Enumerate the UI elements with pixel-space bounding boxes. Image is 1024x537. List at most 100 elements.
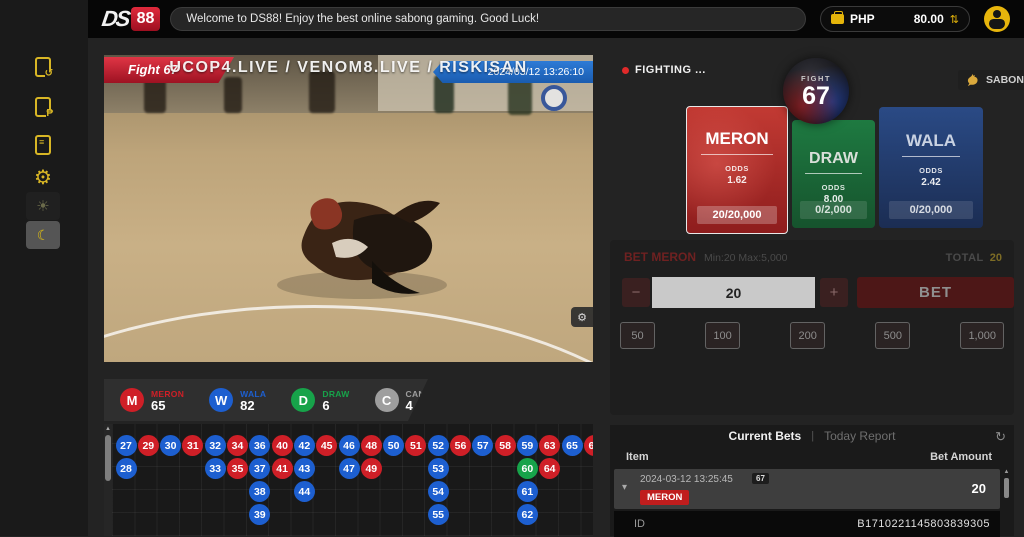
balance-refresh-icon[interactable]: ⇅ <box>950 13 959 26</box>
user-avatar[interactable] <box>984 6 1010 32</box>
bets-column-headers: Item Bet Amount <box>626 451 992 463</box>
bet-detail-row: ID B1710221145803839305 <box>614 511 1000 537</box>
moon-icon: ☾ <box>37 227 50 244</box>
quick-amount-200[interactable]: 200 <box>790 322 825 349</box>
ds88-logo[interactable]: DS 88 <box>102 6 160 32</box>
rooster-icon <box>966 74 981 87</box>
history-ball-43: 43 <box>294 458 315 479</box>
history-ball-32: 32 <box>205 435 226 456</box>
cancel-icon: C <box>375 388 399 412</box>
meron-icon: M <box>120 388 144 412</box>
wala-title: WALA <box>902 131 960 157</box>
bets-refresh-icon[interactable]: ↻ <box>995 429 1006 445</box>
video-settings-button[interactable]: ⚙ <box>571 307 593 327</box>
report-icon[interactable]: ≡ <box>24 128 62 162</box>
wala-icon: W <box>209 388 233 412</box>
stream-watermark: UCOP4.LIVE / VENOM8.LIVE / RISKISAN <box>104 59 593 77</box>
settings-icon[interactable]: ⚙ <box>24 160 62 194</box>
bet-total: TOTAL 20 <box>946 252 1002 264</box>
meron-card[interactable]: MERON ODDS 1.62 20/20,000 <box>686 106 788 234</box>
scrollbar-thumb[interactable] <box>105 435 111 481</box>
history-ball-53: 53 <box>428 458 449 479</box>
wallet-balance[interactable]: PHP 80.00 ⇅ <box>820 6 970 32</box>
sidebar: ↺ ₱ ≡ ⚙ ☀ ☾ <box>0 0 88 536</box>
history-ball-30: 30 <box>160 435 181 456</box>
bet-row[interactable]: ▾ 2024-03-12 13:25:45 67 MERON 20 <box>614 469 1000 509</box>
tab-separator: | <box>811 430 814 442</box>
stat-value: 65 <box>151 400 184 411</box>
currency-code: PHP <box>850 12 875 26</box>
stat-value: 82 <box>240 400 266 411</box>
rebate-icon[interactable]: ↺ <box>24 50 62 84</box>
total-value: 20 <box>990 252 1002 264</box>
scroll-up-icon[interactable]: ▲ <box>104 425 112 433</box>
theme-dark-toggle[interactable]: ☾ <box>26 221 60 249</box>
total-label: TOTAL <box>946 252 984 264</box>
crowd-figure <box>309 71 335 113</box>
meron-title: MERON <box>701 129 772 155</box>
quick-amount-50[interactable]: 50 <box>620 322 655 349</box>
history-scrollbar[interactable]: ▲ <box>104 424 112 536</box>
theme-light-toggle[interactable]: ☀ <box>26 192 60 220</box>
draw-odds-label: ODDS <box>792 183 875 192</box>
stake-increase-button[interactable]: + <box>820 278 848 307</box>
tab-today-report[interactable]: Today Report <box>824 429 895 443</box>
transactions-icon[interactable]: ₱ <box>24 90 62 124</box>
video-scene <box>104 55 593 362</box>
provider-name: SABONG <box>986 74 1024 86</box>
draw-title: DRAW <box>805 150 862 174</box>
stat-meron: MMERON65 <box>120 388 184 412</box>
sun-icon: ☀ <box>36 197 49 215</box>
fight-number: 67 <box>802 83 830 109</box>
draw-card[interactable]: DRAW ODDS 8.00 0/2,000 <box>792 120 875 228</box>
bets-tabs: Current Bets | Today Report <box>610 429 1014 443</box>
history-ball-49: 49 <box>361 458 382 479</box>
history-ball-50: 50 <box>383 435 404 456</box>
balance-value: 80.00 <box>914 12 944 26</box>
history-ball-33: 33 <box>205 458 226 479</box>
wala-odds-value: 2.42 <box>879 177 983 188</box>
history-ball-27: 27 <box>116 435 137 456</box>
bet-id-value: B1710221145803839305 <box>857 518 990 530</box>
video-player[interactable]: Fight 67 2024/03/12 13:26:10 UCOP4.LIVE … <box>104 55 593 362</box>
history-ball-58: 58 <box>495 435 516 456</box>
gear-icon: ⚙ <box>34 165 52 190</box>
wala-odds-label: ODDS <box>879 166 983 175</box>
result-stats: MMERON65WWALA82DDRAW6CCANCEL4 <box>104 379 428 421</box>
quick-amount-500[interactable]: 500 <box>875 322 910 349</box>
meron-odds-label: ODDS <box>687 164 787 173</box>
wala-card[interactable]: WALA ODDS 2.42 0/20,000 <box>879 107 983 228</box>
history-ball-48: 48 <box>361 435 382 456</box>
quick-amount-1000[interactable]: 1,000 <box>960 322 1004 349</box>
current-bets-panel: Current Bets | Today Report ↻ Item Bet A… <box>610 425 1014 536</box>
topbar: DS 88 Welcome to DS88! Enjoy the best on… <box>88 0 1024 38</box>
stat-value: 4 <box>406 400 443 411</box>
col-item: Item <box>626 451 649 463</box>
col-bet-amount: Bet Amount <box>930 451 992 463</box>
history-ball-47: 47 <box>339 458 360 479</box>
bet-amount-value: 20 <box>972 481 986 496</box>
wala-amount: 0/20,000 <box>889 201 972 219</box>
history-ball-62: 62 <box>517 504 538 525</box>
scroll-up-icon[interactable]: ▲ <box>1003 469 1010 476</box>
chevron-down-icon[interactable]: ▾ <box>622 482 627 493</box>
scrollbar-thumb[interactable] <box>1004 478 1009 498</box>
stake-input[interactable] <box>652 277 815 308</box>
history-ball-44: 44 <box>294 481 315 502</box>
bets-scrollbar[interactable]: ▲ <box>1003 469 1010 533</box>
bet-button[interactable]: BET <box>857 277 1014 308</box>
tab-current-bets[interactable]: Current Bets <box>729 429 802 443</box>
stake-decrease-button[interactable]: − <box>622 278 650 307</box>
bet-controls: BET MERON Min:20 Max:5,000 TOTAL 20 − + … <box>610 240 1014 415</box>
crowd-figure <box>224 77 242 113</box>
history-ball-55: 55 <box>428 504 449 525</box>
stat-draw: DDRAW6 <box>291 388 349 412</box>
status-dot-icon <box>622 67 629 74</box>
quick-amount-100[interactable]: 100 <box>705 322 740 349</box>
provider-badge: SABONG <box>958 70 1024 90</box>
bet-limits: Min:20 Max:5,000 <box>704 252 787 264</box>
bet-fight-number-badge: 67 <box>752 473 769 484</box>
arena-logo-badge <box>541 85 567 111</box>
draw-amount: 0/2,000 <box>800 201 866 219</box>
fight-number-sphere: FIGHT 67 <box>783 58 849 124</box>
